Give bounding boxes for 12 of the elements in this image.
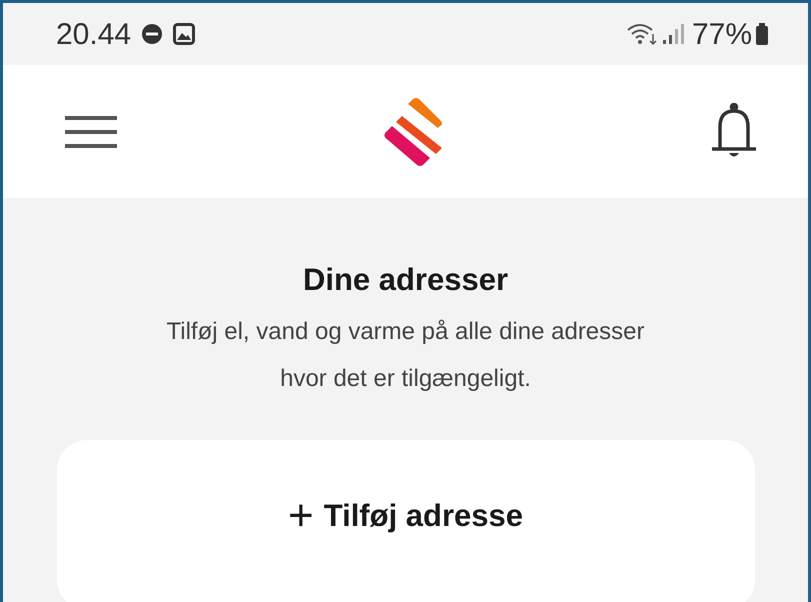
- battery-percentage: 77%: [692, 16, 752, 52]
- page-description: Tilføj el, vand og varme på alle dine adresser hvor det er tilgængeligt.: [165, 317, 646, 394]
- do-not-disturb-icon: [141, 23, 164, 45]
- image-icon: [173, 23, 196, 45]
- signal-icon: [662, 23, 684, 45]
- menu-icon: [65, 116, 117, 148]
- plus-icon: +: [288, 498, 314, 534]
- page-title: Dine adresser: [302, 261, 508, 299]
- add-address-button[interactable]: + Tilføj adresse: [56, 440, 754, 602]
- battery-icon: [756, 23, 768, 45]
- status-time: 20.44: [56, 16, 132, 52]
- wifi-icon: [626, 22, 658, 46]
